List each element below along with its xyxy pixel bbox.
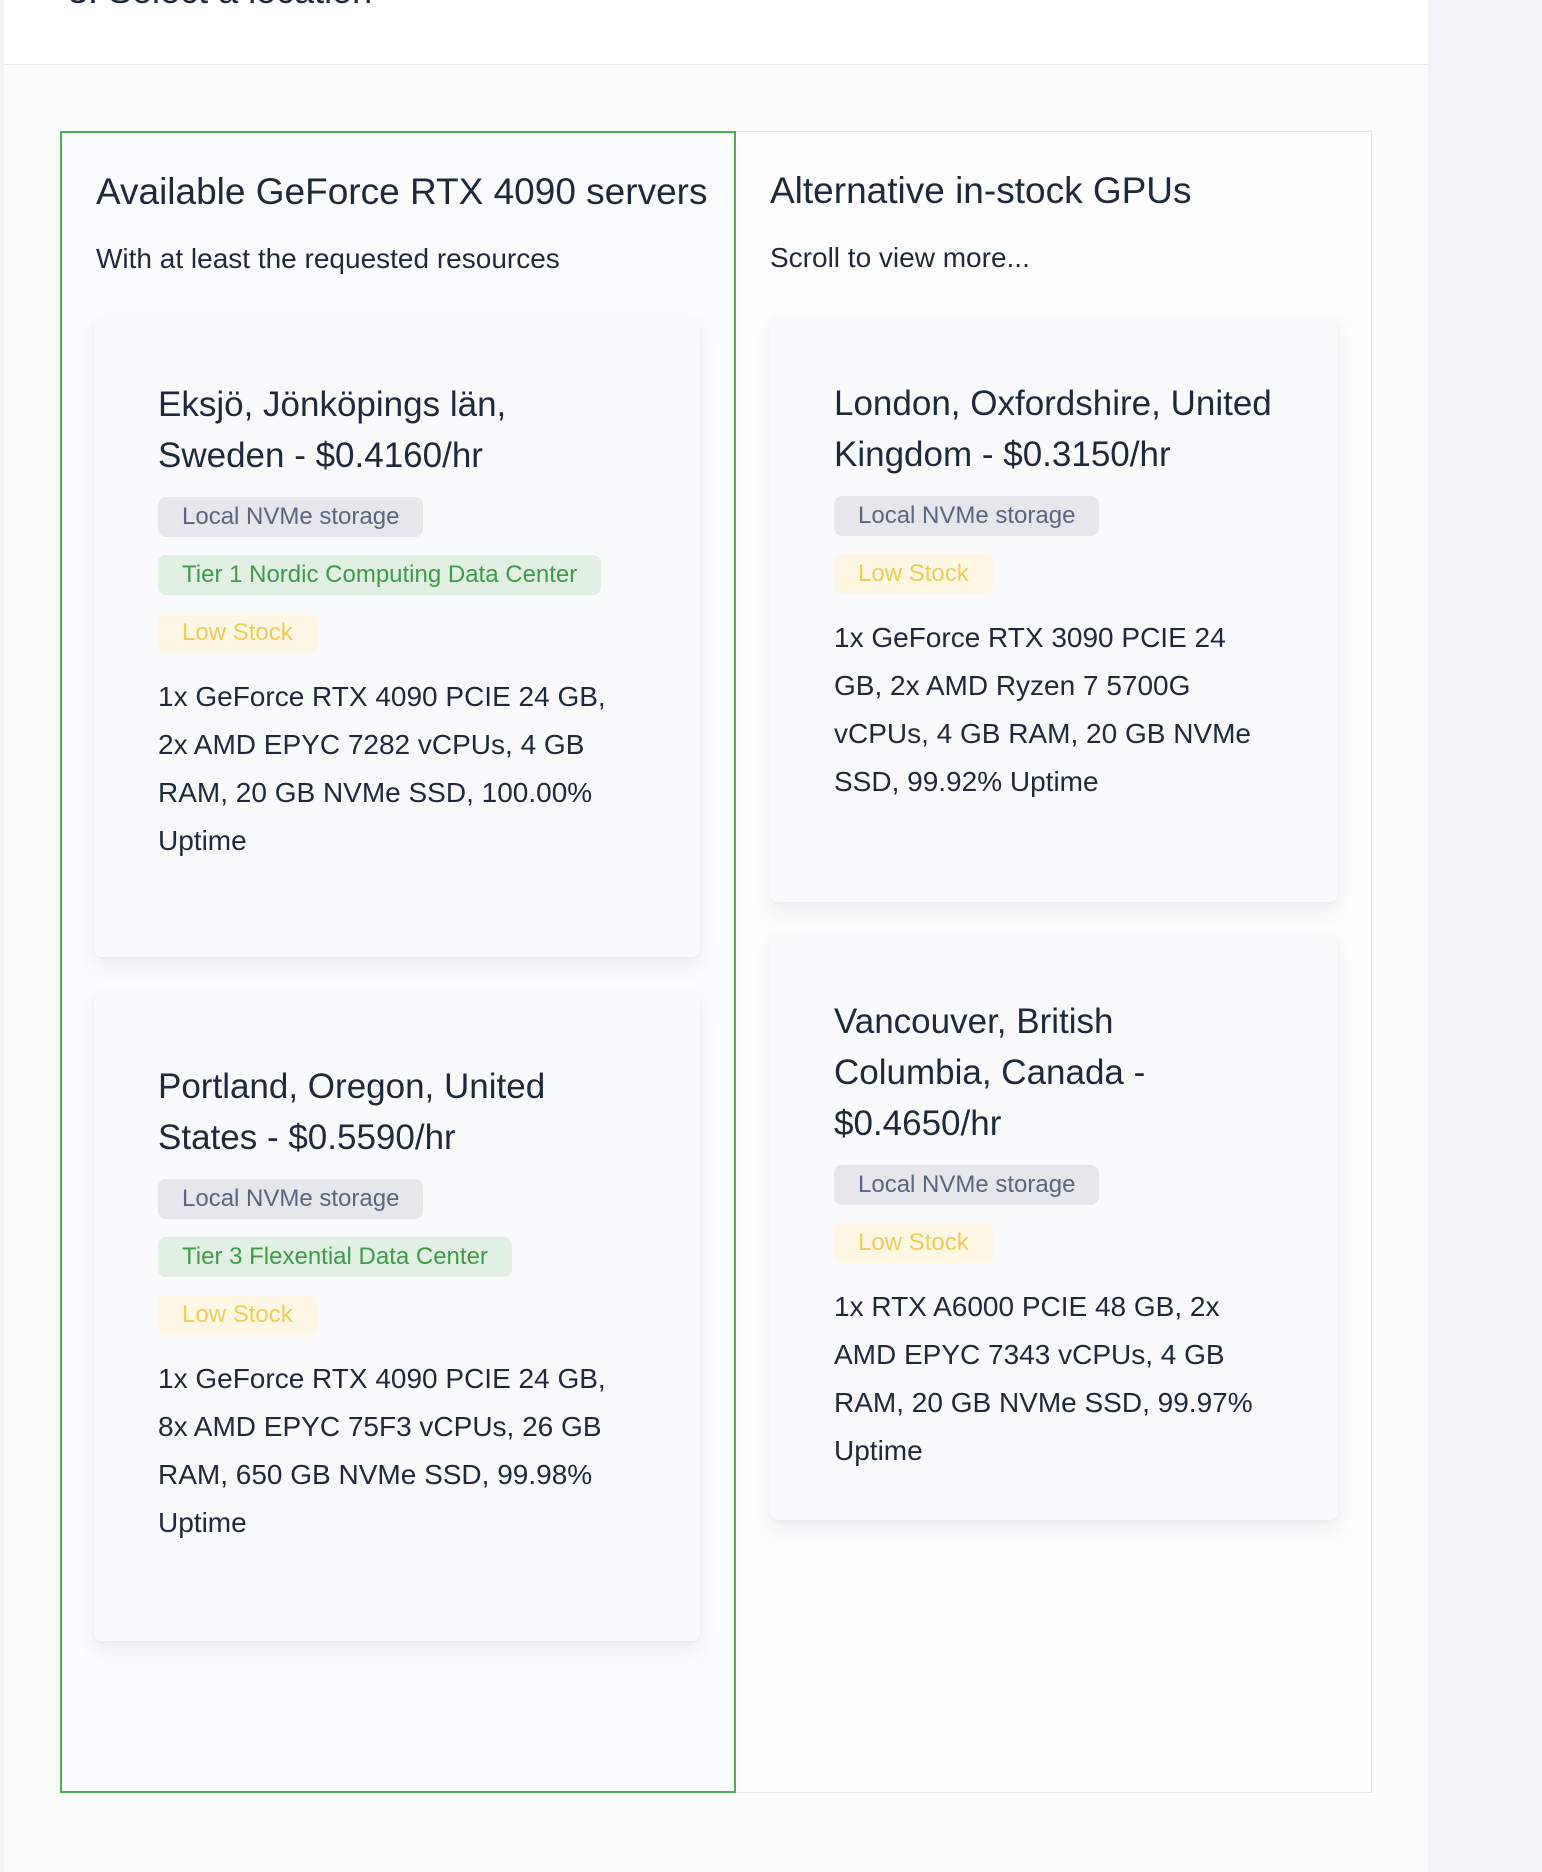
server-specs: 1x RTX A6000 PCIE 48 GB, 2x AMD EPYC 734… — [834, 1291, 1253, 1466]
storage-badge: Local NVMe storage — [158, 1179, 424, 1219]
alternative-gpus-column[interactable]: Alternative in-stock GPUs Scroll to view… — [736, 131, 1372, 1793]
server-specs: 1x GeForce RTX 3090 PCIE 24 GB, 2x AMD R… — [834, 622, 1251, 797]
step-title: 3. Select a location — [68, 0, 372, 12]
alternative-gpus-subtitle: Scroll to view more... — [770, 242, 1030, 273]
server-card[interactable]: Portland, Oregon, United States - $0.559… — [94, 991, 700, 1641]
storage-badge: Local NVMe storage — [158, 497, 424, 537]
stock-badge: Low Stock — [158, 1295, 317, 1335]
datacenter-badge: Tier 3 Flexential Data Center — [158, 1237, 512, 1277]
server-card[interactable]: Eksjö, Jönköpings län, Sweden - $0.4160/… — [94, 317, 700, 957]
alternative-server-card[interactable]: Vancouver, British Columbia, Canada - $0… — [770, 934, 1338, 1520]
storage-badge: Local NVMe storage — [834, 1165, 1100, 1205]
storage-badge: Local NVMe storage — [834, 496, 1100, 536]
available-servers-column: Available GeForce RTX 4090 servers With … — [60, 131, 736, 1793]
available-servers-subtitle: With at least the requested resources — [96, 243, 560, 274]
server-location-price: London, Oxfordshire, United Kingdom - $0… — [834, 384, 1272, 474]
panel-header: 3. Select a location — [4, 0, 1428, 65]
stock-badge: Low Stock — [834, 554, 993, 594]
stock-badge: Low Stock — [158, 613, 317, 653]
server-location-price: Portland, Oregon, United States - $0.559… — [158, 1067, 546, 1157]
alternative-gpus-title: Alternative in-stock GPUs — [770, 170, 1192, 211]
server-specs: 1x GeForce RTX 4090 PCIE 24 GB, 2x AMD E… — [158, 681, 606, 856]
server-specs: 1x GeForce RTX 4090 PCIE 24 GB, 8x AMD E… — [158, 1363, 606, 1538]
page-scrollbar-track[interactable] — [1428, 0, 1542, 1872]
datacenter-badge: Tier 1 Nordic Computing Data Center — [158, 555, 602, 595]
server-location-price: Vancouver, British Columbia, Canada - $0… — [834, 1002, 1146, 1143]
available-servers-title: Available GeForce RTX 4090 servers — [96, 171, 708, 212]
page: 3. Select a location Available GeForce R… — [0, 0, 1542, 1872]
stock-badge: Low Stock — [834, 1223, 993, 1263]
server-location-price: Eksjö, Jönköpings län, Sweden - $0.4160/… — [158, 385, 507, 475]
alternative-server-card[interactable]: London, Oxfordshire, United Kingdom - $0… — [770, 316, 1338, 902]
